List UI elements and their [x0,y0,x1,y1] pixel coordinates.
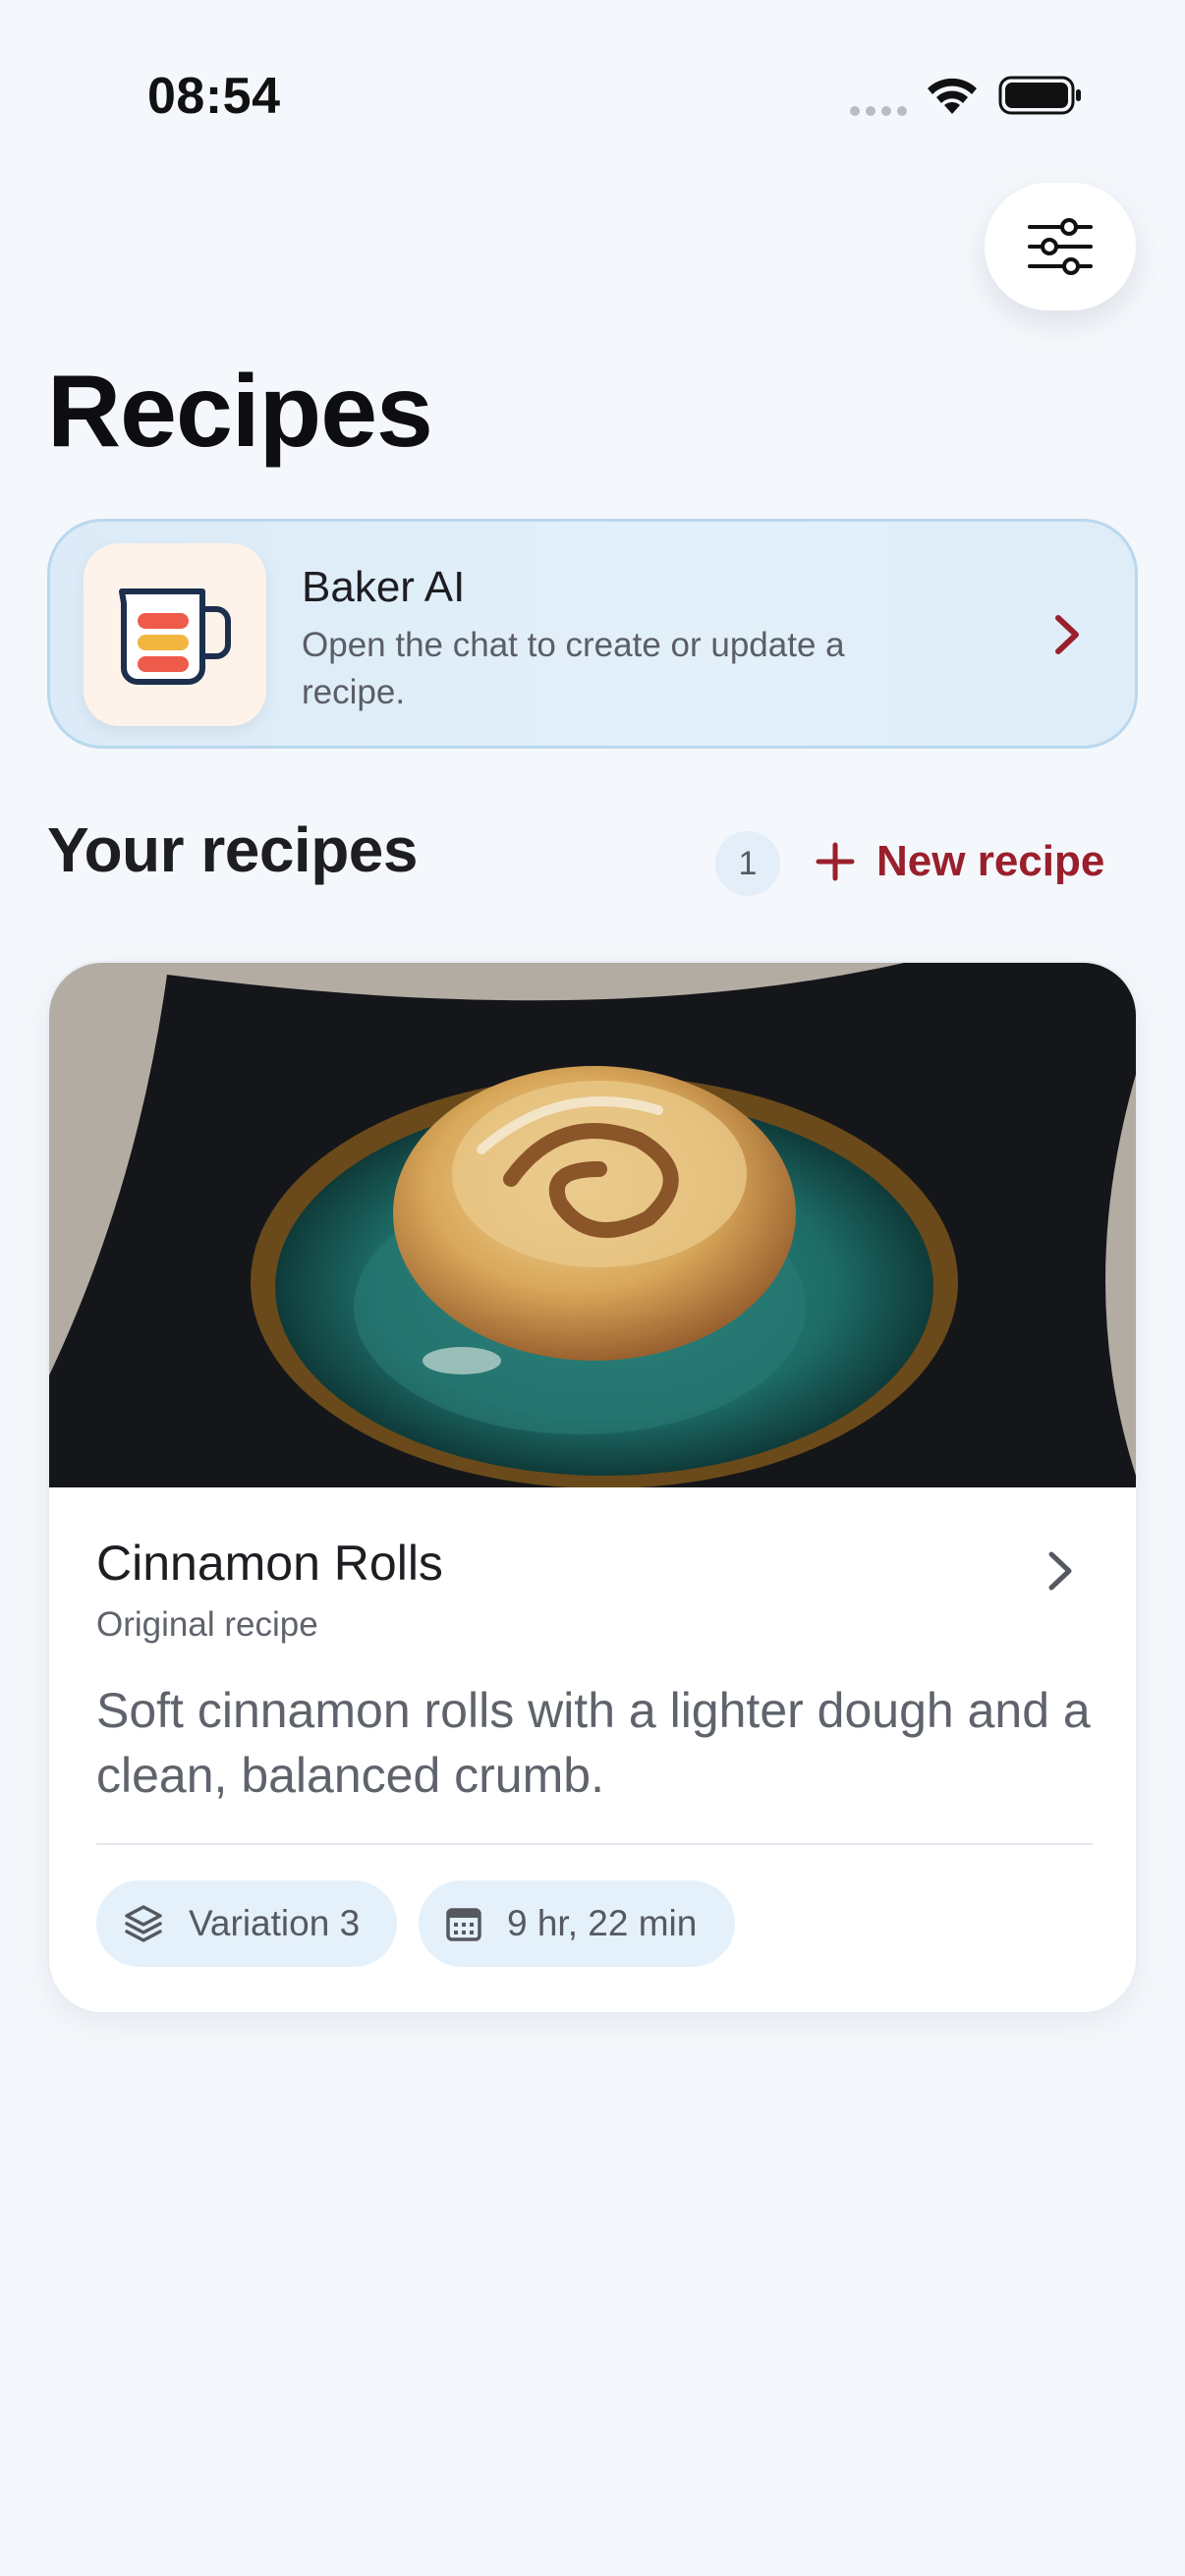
baker-ai-title: Baker AI [302,563,466,611]
section-title: Your recipes [47,814,418,885]
duration-label: 9 hr, 22 min [507,1903,698,1943]
measuring-cup-icon [119,588,231,685]
plus-icon [816,842,855,881]
wifi-icon [928,78,977,114]
recipes-screen: 08:54 Recipes Baker AI Open the chat to … [0,0,1185,2576]
variation-label: Variation 3 [189,1903,361,1943]
baker-ai-subtitle: Open the chat to create or update a reci… [302,626,845,711]
cellular-signal-icon [850,106,907,116]
status-bar: 08:54 [0,0,1185,187]
calendar-icon [446,1908,481,1941]
chevron-right-icon [1048,1551,1072,1591]
layers-icon [125,1905,162,1942]
sliders-icon [1028,218,1093,275]
recipe-photo [49,963,1136,1487]
baker-ai-card[interactable]: Baker AI Open the chat to create or upda… [47,519,1138,749]
recipe-name: Cinnamon Rolls [96,1536,443,1591]
status-time: 08:54 [147,68,281,125]
recipe-card[interactable]: Cinnamon Rolls Original recipe Soft cinn… [47,961,1138,2014]
page-title: Recipes [47,355,433,469]
variation-chip: Variation 3 [96,1880,397,1967]
new-recipe-button[interactable]: New recipe [816,827,1104,896]
battery-icon [998,76,1081,115]
recipe-description: Soft cinnamon rolls with a lighter dough… [96,1683,1091,1803]
recipe-count-badge: 1 [715,831,780,896]
new-recipe-label: New recipe [876,837,1105,885]
filter-button[interactable] [985,183,1136,310]
duration-chip: 9 hr, 22 min [419,1880,735,1967]
recipe-type: Original recipe [96,1605,318,1644]
baker-ai-icon-tile [84,543,266,726]
divider [96,1843,1093,1845]
chevron-right-icon [1055,615,1079,654]
